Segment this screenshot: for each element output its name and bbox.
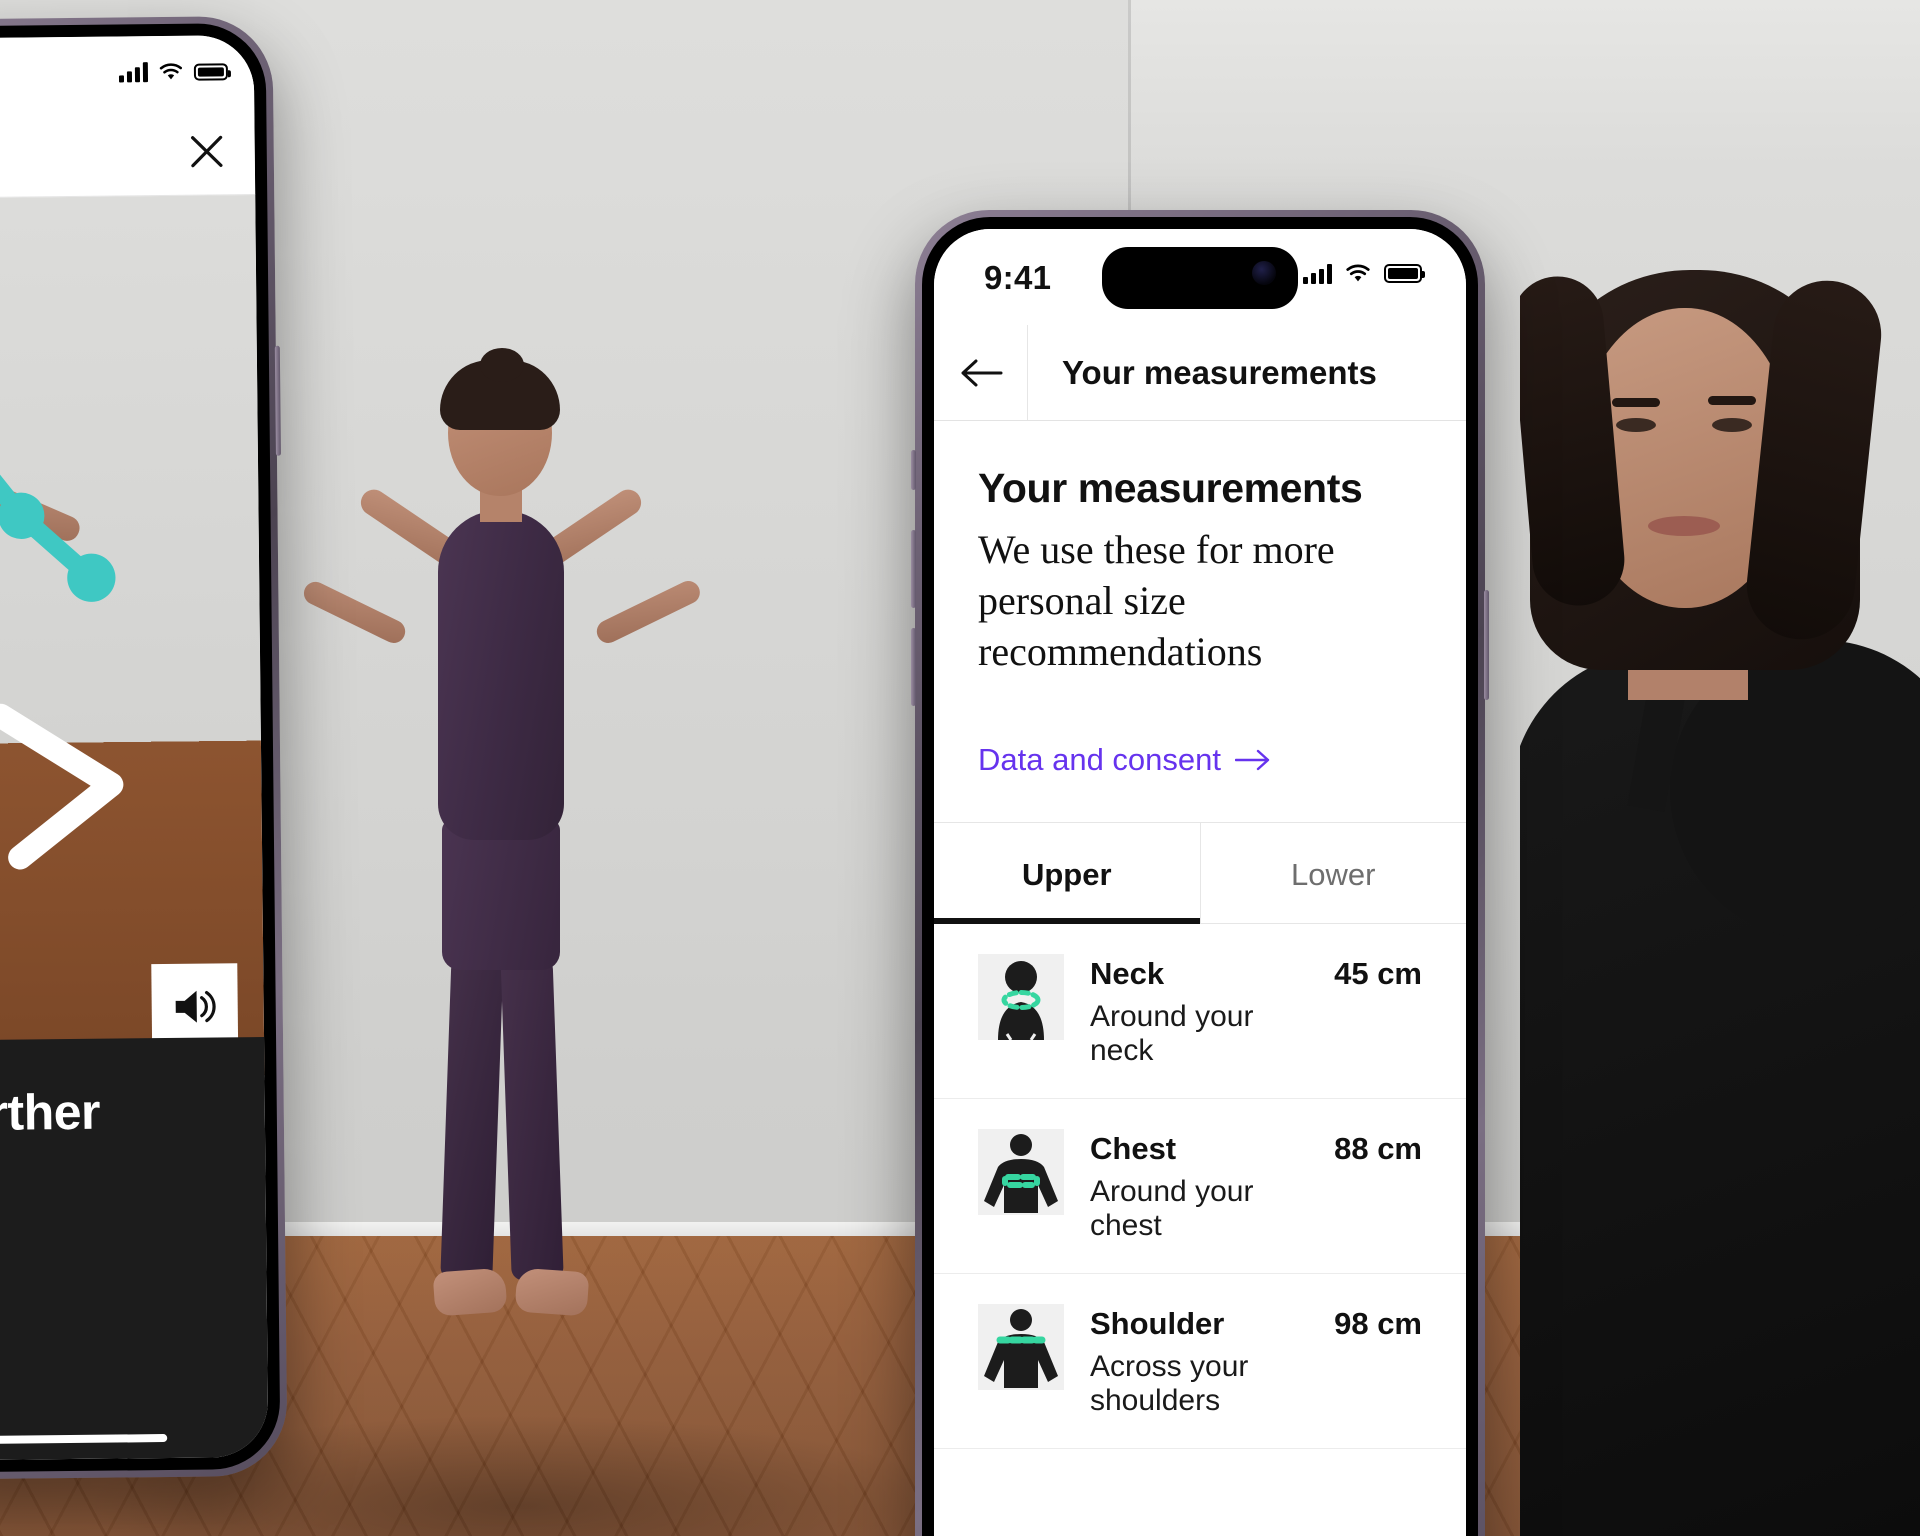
front-camera-icon bbox=[1252, 261, 1276, 285]
measurement-name: Chest bbox=[1090, 1130, 1177, 1166]
battery-icon bbox=[193, 62, 229, 81]
instruction-line-1: t further bbox=[0, 1083, 101, 1142]
left-status-bar bbox=[0, 35, 255, 112]
speaker-on-icon bbox=[175, 990, 216, 1023]
wifi-icon bbox=[159, 63, 182, 80]
shoulder-measure-icon bbox=[978, 1303, 1064, 1390]
cellular-bars-icon bbox=[118, 62, 149, 83]
table-row[interactable]: Neck Around your neck 45 cm bbox=[934, 924, 1466, 1099]
pose-skeleton-overlay bbox=[0, 396, 116, 602]
phone-right-device: 9:41 Your measurements Your measurements… bbox=[911, 210, 1489, 1536]
screenshot-scene: nts bbox=[0, 0, 1920, 1536]
neck-measure-icon bbox=[978, 953, 1064, 1041]
measurement-name: Neck bbox=[1090, 955, 1165, 991]
data-and-consent-label: Data and consent bbox=[978, 741, 1222, 777]
arrow-left-icon bbox=[961, 359, 1002, 386]
left-instruction-heading: t further art bbox=[0, 1081, 236, 1200]
left-screen-header: nts bbox=[0, 107, 256, 200]
power-button[interactable] bbox=[1484, 590, 1489, 700]
phone-right-screen: 9:41 Your measurements Your measurements… bbox=[934, 229, 1466, 1536]
measurement-tabs: Upper Lower bbox=[934, 821, 1467, 924]
left-instruction-panel: t further art o tips bbox=[0, 1036, 269, 1461]
measurement-description: Around your chest bbox=[1090, 1174, 1254, 1242]
hero-body: We use these for more personal size reco… bbox=[978, 527, 1335, 675]
table-row[interactable]: Chest Around your chest 88 cm bbox=[934, 1099, 1466, 1274]
measurement-value: 88 cm bbox=[1334, 1130, 1422, 1166]
chest-measure-icon bbox=[978, 1128, 1064, 1215]
back-button[interactable] bbox=[934, 325, 1028, 420]
status-time: 9:41 bbox=[984, 259, 1052, 296]
measurement-text: Shoulder Across your shoulders bbox=[1090, 1304, 1308, 1418]
page-title: Your measurements bbox=[1062, 353, 1377, 391]
mute-switch[interactable] bbox=[911, 450, 916, 490]
home-indicator bbox=[0, 1434, 168, 1444]
measurement-text: Chest Around your chest bbox=[1090, 1129, 1308, 1243]
right-status-icons bbox=[1303, 263, 1425, 284]
left-status-icons bbox=[118, 61, 229, 83]
hero-section: Your measurements We use these for more … bbox=[934, 421, 1466, 678]
left-camera-view bbox=[0, 195, 265, 1079]
tab-lower[interactable]: Lower bbox=[1199, 822, 1467, 923]
volume-down-button[interactable] bbox=[911, 628, 916, 706]
tab-upper[interactable]: Upper bbox=[934, 823, 1200, 924]
measurement-value: 98 cm bbox=[1334, 1305, 1422, 1341]
hero-heading: Your measurements bbox=[978, 465, 1363, 511]
measurement-description: Across your shoulders bbox=[1090, 1349, 1249, 1417]
battery-icon bbox=[1384, 264, 1425, 283]
wifi-icon bbox=[1346, 264, 1370, 282]
navigation-bar: Your measurements bbox=[934, 325, 1466, 421]
arrow-right-icon bbox=[1235, 749, 1270, 770]
cellular-bars-icon bbox=[1303, 263, 1332, 284]
model-photo-right bbox=[1520, 250, 1920, 1536]
phone-left-screen: nts bbox=[0, 35, 269, 1461]
arrow-right-hint-icon bbox=[0, 703, 124, 870]
dynamic-island bbox=[1102, 247, 1298, 309]
measurement-list: Neck Around your neck 45 cm Chest Around… bbox=[934, 924, 1466, 1449]
measurement-value: 45 cm bbox=[1334, 955, 1422, 991]
data-and-consent-link[interactable]: Data and consent bbox=[934, 678, 1466, 822]
wall-upper-right bbox=[1128, 0, 1920, 170]
measurement-description: Around your neck bbox=[1090, 999, 1254, 1067]
phone-left-device: nts bbox=[0, 15, 288, 1481]
model-photo-center bbox=[300, 348, 790, 1350]
measurement-name: Shoulder bbox=[1090, 1305, 1225, 1341]
table-row[interactable]: Shoulder Across your shoulders 98 cm bbox=[934, 1274, 1466, 1449]
volume-up-button[interactable] bbox=[911, 530, 916, 608]
more-tips-link[interactable]: o tips bbox=[0, 1235, 236, 1270]
right-status-bar: 9:41 bbox=[934, 229, 1466, 325]
measurement-text: Neck Around your neck bbox=[1090, 954, 1308, 1068]
close-icon[interactable] bbox=[185, 129, 229, 173]
